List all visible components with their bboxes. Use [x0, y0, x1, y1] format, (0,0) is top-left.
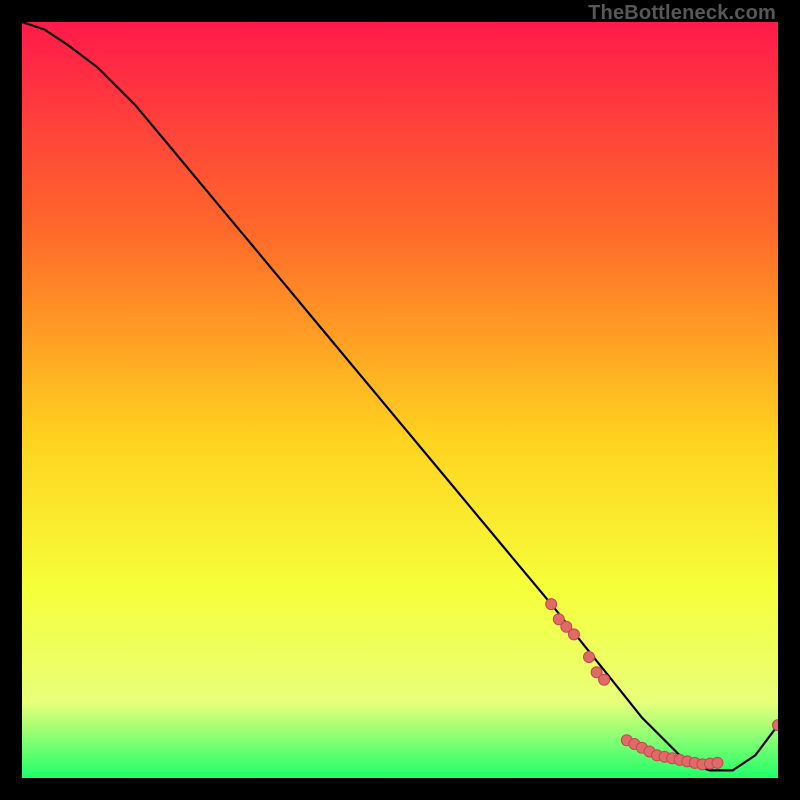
- point-cluster-upper-1: [546, 599, 557, 610]
- point-cluster-mid-1: [584, 652, 595, 663]
- chart-frame: TheBottleneck.com: [0, 0, 800, 800]
- chart-svg: [22, 22, 778, 778]
- point-bottom-13: [712, 757, 723, 768]
- point-cluster-mid-3: [599, 674, 610, 685]
- gradient-background: [22, 22, 778, 778]
- point-cluster-upper-4: [568, 629, 579, 640]
- plot-area: [22, 22, 778, 778]
